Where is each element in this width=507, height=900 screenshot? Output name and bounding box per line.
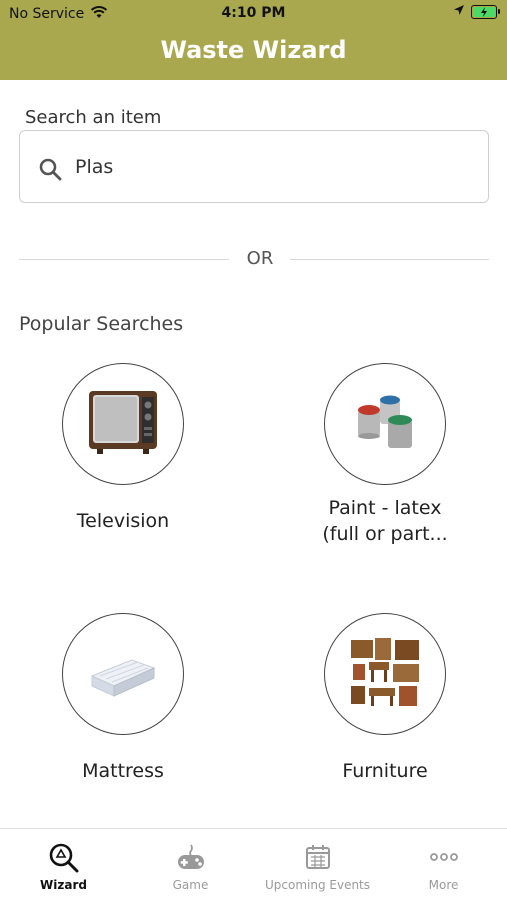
tab-game[interactable]: Game <box>127 829 254 900</box>
gamepad-icon <box>127 843 254 873</box>
popular-item-label: Paint - latex (full or part... <box>322 497 448 545</box>
more-dots-icon <box>380 843 507 871</box>
item-image-circle <box>324 363 446 485</box>
popular-item-television[interactable]: Television <box>8 363 238 563</box>
tab-more[interactable]: More <box>380 829 507 900</box>
tab-label: Wizard <box>40 878 87 892</box>
item-image-circle <box>62 613 184 735</box>
item-image-circle <box>62 363 184 485</box>
popular-searches-title: Popular Searches <box>19 313 184 335</box>
calendar-icon <box>254 843 381 871</box>
popular-item-label: Television <box>76 510 170 532</box>
divider-left <box>19 259 229 260</box>
mattress-icon <box>88 646 158 702</box>
battery-icon <box>471 5 500 19</box>
paint-cans-icon <box>352 394 418 454</box>
television-icon <box>87 389 159 459</box>
popular-item-mattress[interactable]: Mattress <box>8 613 238 813</box>
popular-item-label: Mattress <box>82 760 164 782</box>
search-input[interactable] <box>72 131 472 202</box>
status-bar: No Service 4:10 PM <box>0 4 507 24</box>
location-arrow-icon <box>453 4 465 20</box>
tab-upcoming-events[interactable]: Upcoming Events <box>254 829 381 900</box>
popular-item-paint[interactable]: Paint - latex (full or part... <box>270 363 500 563</box>
item-image-circle <box>324 613 446 735</box>
search-label: Search an item <box>25 107 162 128</box>
or-divider-text: OR <box>246 248 274 269</box>
page-title: Waste Wizard <box>160 36 347 64</box>
tab-label: More <box>428 878 459 892</box>
search-icon <box>38 157 62 185</box>
tab-bar: Wizard Game Upcoming Events More <box>0 828 507 900</box>
app-header: No Service 4:10 PM Waste Wizard <box>0 0 507 80</box>
tab-label: Upcoming Events <box>264 878 371 892</box>
tab-wizard[interactable]: Wizard <box>0 829 127 900</box>
tab-label: Game <box>172 878 209 892</box>
popular-item-label: Furniture <box>342 760 428 782</box>
search-box[interactable] <box>19 130 489 203</box>
status-right <box>453 4 500 20</box>
wizard-search-icon <box>0 843 127 873</box>
divider-right <box>290 259 489 260</box>
furniture-icon <box>347 634 423 714</box>
status-time: 4:10 PM <box>221 5 286 21</box>
popular-item-furniture[interactable]: Furniture <box>270 613 500 813</box>
